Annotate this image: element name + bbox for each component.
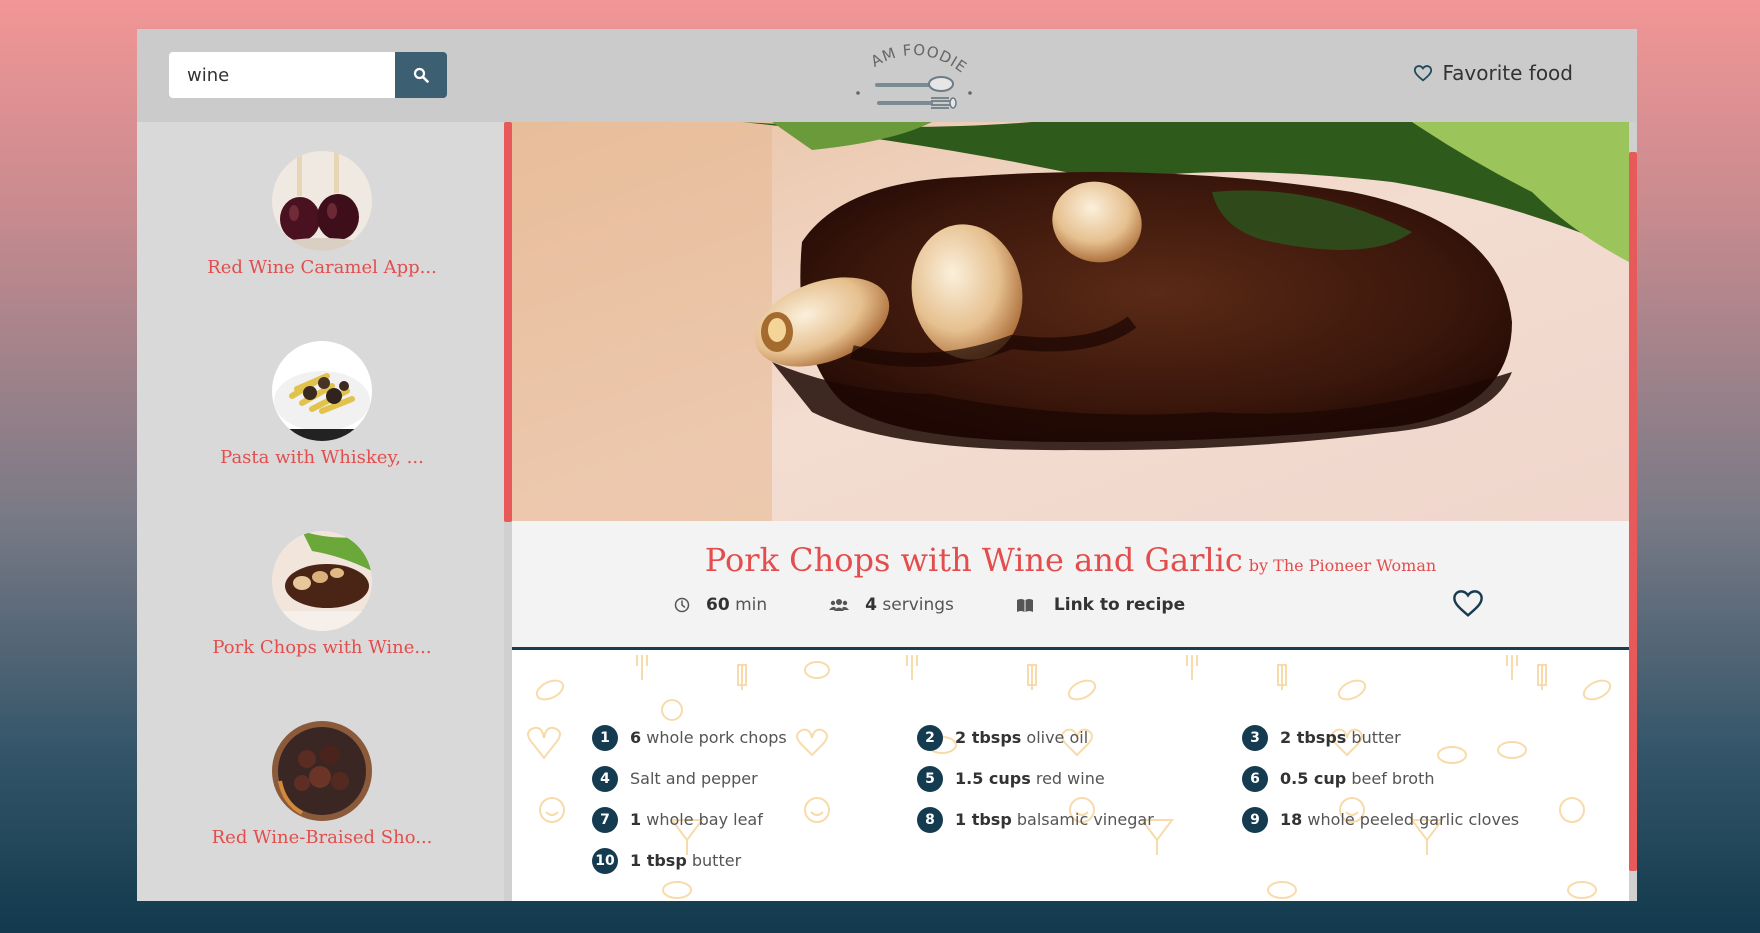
users-icon xyxy=(829,599,850,611)
recipe-scrollbar[interactable] xyxy=(1629,122,1637,901)
ingredients-list: 16 whole pork chops 22 tbsps olive oil 3… xyxy=(592,724,1572,874)
ingredient-item: 9 18 whole peeled garlic cloves xyxy=(1242,806,1572,833)
servings-value: 4 xyxy=(865,595,877,615)
sidebar-item-label: Pork Chops with Wine... xyxy=(212,637,432,658)
ingredient-item: 4 Salt and pepper xyxy=(592,765,917,792)
heart-icon xyxy=(1413,65,1432,82)
ingredients-section: 16 whole pork chops 22 tbsps olive oil 3… xyxy=(512,650,1629,901)
servings: 4 servings xyxy=(829,595,954,615)
sidebar-item-label: Pasta with Whiskey, ... xyxy=(220,447,424,468)
recipe-header: Pork Chops with Wine and Garlic by The Pi… xyxy=(512,521,1629,650)
sidebar-item-label: Red Wine Caramel App... xyxy=(207,257,437,278)
recipe-scrollbar-thumb[interactable] xyxy=(1629,152,1637,871)
sidebar-item-label: Red Wine-Braised Sho... xyxy=(211,827,433,848)
red-wine-caramel-apples-image xyxy=(272,151,372,251)
ingredient-item: 5 1.5 cups red wine xyxy=(917,765,1242,792)
search-form xyxy=(169,52,447,98)
sidebar-item-pasta-whiskey[interactable]: Pasta with Whiskey, ... xyxy=(137,341,507,491)
ingredient-item: 81 tbsp balsamic vinegar xyxy=(917,806,1242,833)
fork-icon xyxy=(877,97,957,109)
cook-time-unit: min xyxy=(735,595,768,615)
recipe-hero-image xyxy=(512,122,1629,521)
ingredient-item: 71 whole bay leaf xyxy=(592,806,917,833)
cook-time-value: 60 xyxy=(706,595,730,615)
braised-short-ribs-image xyxy=(272,721,372,821)
heart-icon xyxy=(1453,590,1483,617)
header: I AM FOODIE Favorite food xyxy=(137,29,1637,122)
sidebar-item-pork-chops[interactable]: Pork Chops with Wine... xyxy=(137,531,507,681)
link-to-recipe-label[interactable]: Link to recipe xyxy=(1054,595,1185,615)
recipe-title-row: Pork Chops with Wine and Garlic by The Pi… xyxy=(512,541,1629,579)
svg-text:I AM FOODIE: I AM FOODIE xyxy=(849,37,971,77)
add-favorite-button[interactable] xyxy=(1451,588,1485,623)
spoon-icon xyxy=(875,76,954,92)
recipe-link[interactable]: Link to recipe xyxy=(1016,595,1185,615)
ingredient-item: 22 tbsps olive oil xyxy=(917,724,1242,751)
sidebar-scrollbar[interactable] xyxy=(504,122,512,901)
app-window: I AM FOODIE Favorite food xyxy=(137,29,1637,901)
clock-icon xyxy=(674,597,690,613)
recipe-author: by The Pioneer Woman xyxy=(1248,556,1437,575)
ingredient-item: 10 1 tbsp butter xyxy=(592,847,917,874)
sidebar-scrollbar-thumb[interactable] xyxy=(504,122,512,522)
pork-chops-image xyxy=(272,531,372,631)
recipe-title: Pork Chops with Wine and Garlic xyxy=(704,541,1243,579)
ingredient-item: 6 0.5 cup beef broth xyxy=(1242,765,1572,792)
favorite-food-link[interactable]: Favorite food xyxy=(1413,61,1574,85)
sidebar-item-red-wine-braised[interactable]: Red Wine-Braised Sho... xyxy=(137,721,507,871)
recipe-meta: 60 min 4 servings Link to recipe xyxy=(674,595,1247,615)
logo-text: I AM FOODIE xyxy=(846,29,969,77)
search-input[interactable] xyxy=(169,52,395,98)
servings-unit: servings xyxy=(882,595,954,615)
ingredient-item: 16 whole pork chops xyxy=(592,724,917,751)
favorite-food-label: Favorite food xyxy=(1442,61,1574,85)
ingredient-item: 32 tbsps butter xyxy=(1242,724,1572,751)
pasta-with-whiskey-image xyxy=(272,341,372,441)
sidebar-item-red-wine-caramel-apples[interactable]: Red Wine Caramel App... xyxy=(137,151,507,301)
recipe-panel: Pork Chops with Wine and Garlic by The Pi… xyxy=(512,122,1629,901)
cook-time: 60 min xyxy=(674,595,767,615)
search-results-sidebar: Red Wine Caramel App... Pasta with Whisk… xyxy=(137,122,507,901)
search-icon xyxy=(413,67,429,83)
search-button[interactable] xyxy=(395,52,447,98)
logo[interactable]: I AM FOODIE xyxy=(846,29,979,117)
book-icon xyxy=(1016,598,1033,612)
